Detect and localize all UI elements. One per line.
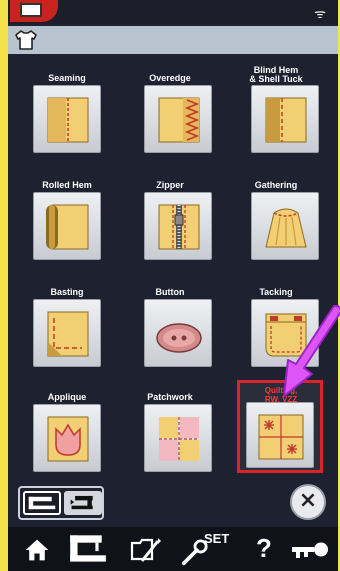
label-seaming: Seaming xyxy=(48,73,86,83)
label-applique: Applique xyxy=(47,392,87,402)
applique-icon xyxy=(47,416,89,462)
gathering-icon xyxy=(265,208,307,248)
key-icon xyxy=(292,542,328,558)
seaming-button[interactable] xyxy=(33,85,101,153)
rolled-hem-button[interactable] xyxy=(33,192,101,260)
embroidery-machine-small-icon xyxy=(70,495,93,510)
settings-button[interactable]: SET xyxy=(178,529,242,569)
rolled-hem-icon xyxy=(46,204,89,250)
close-icon: × xyxy=(298,488,318,513)
bottom-navbar: SET ? xyxy=(8,527,338,571)
label-tacking: Tacking xyxy=(259,287,293,297)
applique-button[interactable] xyxy=(33,404,101,472)
zipper-icon xyxy=(158,204,200,250)
patchwork-icon xyxy=(159,417,199,461)
gathering-button[interactable] xyxy=(251,192,319,260)
sewing-machine-small-icon xyxy=(28,496,56,510)
quilting-icon xyxy=(258,414,304,460)
help-icon: ? xyxy=(256,533,272,563)
category-header xyxy=(8,26,338,54)
basting-icon xyxy=(47,311,89,357)
label-rolled-hem: Rolled Hem xyxy=(42,180,92,190)
app-screen: ᯤ Seaming Overedge Blind Hem & Shell Tuc… xyxy=(8,0,338,571)
annotation-arrow-icon xyxy=(283,305,340,397)
status-bar: ᯤ xyxy=(8,0,338,24)
help-button[interactable]: ? xyxy=(250,529,280,569)
button-sewing-button[interactable] xyxy=(144,299,212,367)
label-blind-hem-line2: & Shell Tuck xyxy=(249,74,303,84)
quilting-button[interactable] xyxy=(246,402,314,468)
zipper-button[interactable] xyxy=(144,192,212,260)
overedge-icon xyxy=(158,97,200,143)
button-icon xyxy=(156,323,202,353)
sewing-machine-button[interactable] xyxy=(64,529,108,569)
mode-toggle-group xyxy=(18,486,104,520)
home-icon xyxy=(25,539,49,561)
home-button[interactable] xyxy=(16,529,60,569)
wifi-icon: ᯤ xyxy=(314,7,326,22)
blind-hem-button[interactable] xyxy=(251,85,319,153)
close-button[interactable]: × xyxy=(290,484,326,520)
label-patchwork: Patchwork xyxy=(147,392,193,402)
set-label: SET xyxy=(204,531,230,546)
patchwork-button[interactable] xyxy=(144,404,212,472)
label-button: Button xyxy=(155,287,185,297)
shirt-icon[interactable] xyxy=(14,29,38,51)
label-overedge: Overedge xyxy=(149,73,191,83)
folder-icon xyxy=(130,538,161,562)
sewing-machine-icon xyxy=(70,535,106,562)
label-zipper: Zipper xyxy=(156,180,184,190)
label-gathering: Gathering xyxy=(254,180,298,190)
folder-button[interactable] xyxy=(126,529,170,569)
basting-button[interactable] xyxy=(33,299,101,367)
sewing-mode-button[interactable] xyxy=(23,491,61,515)
lock-key-button[interactable] xyxy=(290,529,334,569)
label-basting: Basting xyxy=(50,287,84,297)
overedge-button[interactable] xyxy=(144,85,212,153)
embroidery-mode-button[interactable] xyxy=(64,491,102,515)
machine-mode-icon[interactable] xyxy=(10,0,58,22)
seaming-icon xyxy=(47,97,89,143)
blind-hem-icon xyxy=(265,97,307,143)
